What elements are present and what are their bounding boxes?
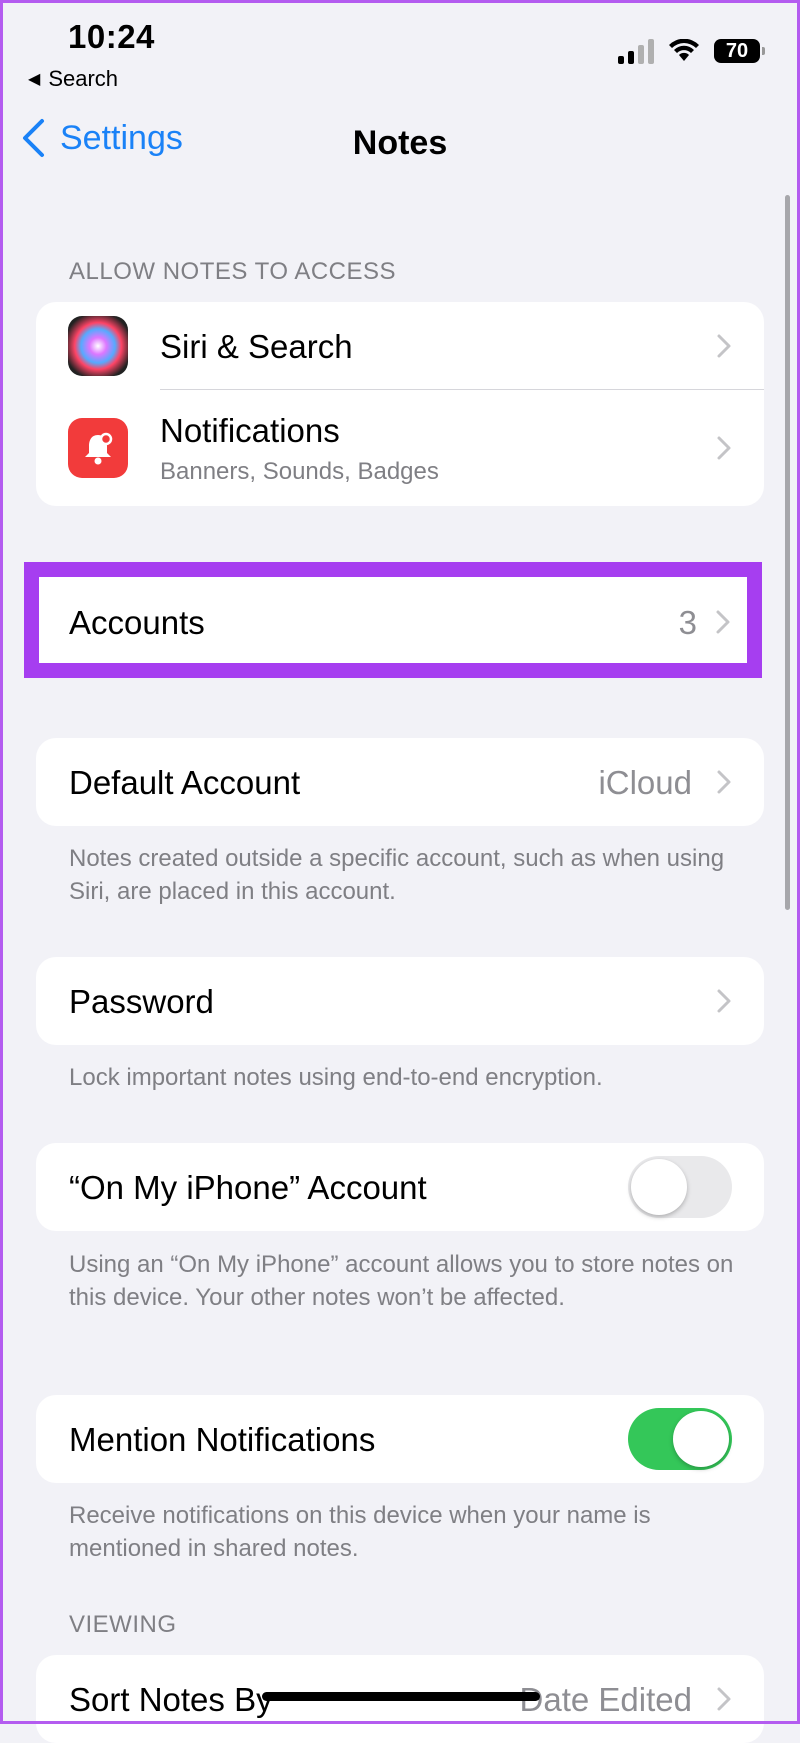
status-indicators: 70 — [618, 38, 765, 64]
back-app-label: Search — [48, 66, 119, 91]
mention-notifications-toggle[interactable] — [628, 1408, 732, 1470]
accounts-count: 3 — [678, 604, 697, 641]
default-account-footer: Notes created outside a specific account… — [69, 845, 725, 905]
default-account-row[interactable]: Default Account iCloud — [36, 738, 764, 826]
on-my-iphone-toggle[interactable] — [628, 1156, 732, 1218]
default-account-value: iCloud — [598, 764, 692, 801]
notifications-row[interactable]: Notifications Banners, Sounds, Badges — [36, 390, 764, 506]
on-my-iphone-footer: Using an “On My iPhone” account allows y… — [69, 1251, 734, 1311]
scroll-indicator[interactable] — [785, 195, 790, 910]
password-label: Password — [69, 983, 214, 1020]
password-row[interactable]: Password — [36, 957, 764, 1045]
status-time: 10:24 — [68, 18, 155, 55]
chevron-right-icon — [717, 989, 731, 1013]
allow-access-group: Siri & Search Notifications Banners, Sou… — [36, 302, 764, 506]
siri-search-label: Siri & Search — [160, 328, 353, 365]
chevron-right-icon — [717, 436, 731, 460]
chevron-right-icon — [717, 1687, 731, 1711]
mention-notifications-row: Mention Notifications — [36, 1395, 764, 1483]
battery-icon: 70 — [714, 39, 765, 63]
chevron-right-icon — [716, 610, 730, 634]
section-header-viewing: VIEWING — [69, 1611, 177, 1638]
cellular-signal-icon — [618, 38, 654, 64]
bell-icon — [68, 418, 128, 478]
accounts-label: Accounts — [69, 604, 205, 641]
siri-icon — [68, 316, 128, 376]
chevron-right-icon — [717, 770, 731, 794]
wifi-icon — [669, 39, 699, 61]
home-indicator[interactable] — [262, 1692, 540, 1701]
sort-notes-label: Sort Notes By — [69, 1681, 273, 1718]
chevron-right-icon — [717, 334, 731, 358]
mention-notifications-label: Mention Notifications — [69, 1421, 376, 1458]
accounts-row[interactable]: Accounts 3 — [24, 562, 762, 678]
notifications-label: Notifications — [160, 412, 340, 449]
back-to-app-button[interactable]: ◀ Search — [28, 66, 118, 92]
default-account-label: Default Account — [69, 764, 301, 801]
back-triangle-icon: ◀ — [28, 71, 41, 88]
on-my-iphone-label: “On My iPhone” Account — [69, 1169, 427, 1206]
mention-notifications-footer: Receive notifications on this device whe… — [69, 1502, 651, 1562]
siri-search-row[interactable]: Siri & Search — [36, 302, 764, 390]
page-title: Notes — [352, 124, 448, 162]
toggle-knob — [673, 1411, 729, 1467]
notifications-subtitle: Banners, Sounds, Badges — [160, 458, 439, 485]
sort-notes-value: Date Edited — [519, 1681, 692, 1718]
on-my-iphone-row: “On My iPhone” Account — [36, 1143, 764, 1231]
battery-level: 70 — [725, 39, 749, 62]
toggle-knob — [631, 1159, 687, 1215]
password-footer: Lock important notes using end-to-end en… — [69, 1064, 603, 1091]
section-header-allow-access: ALLOW NOTES TO ACCESS — [69, 258, 397, 285]
